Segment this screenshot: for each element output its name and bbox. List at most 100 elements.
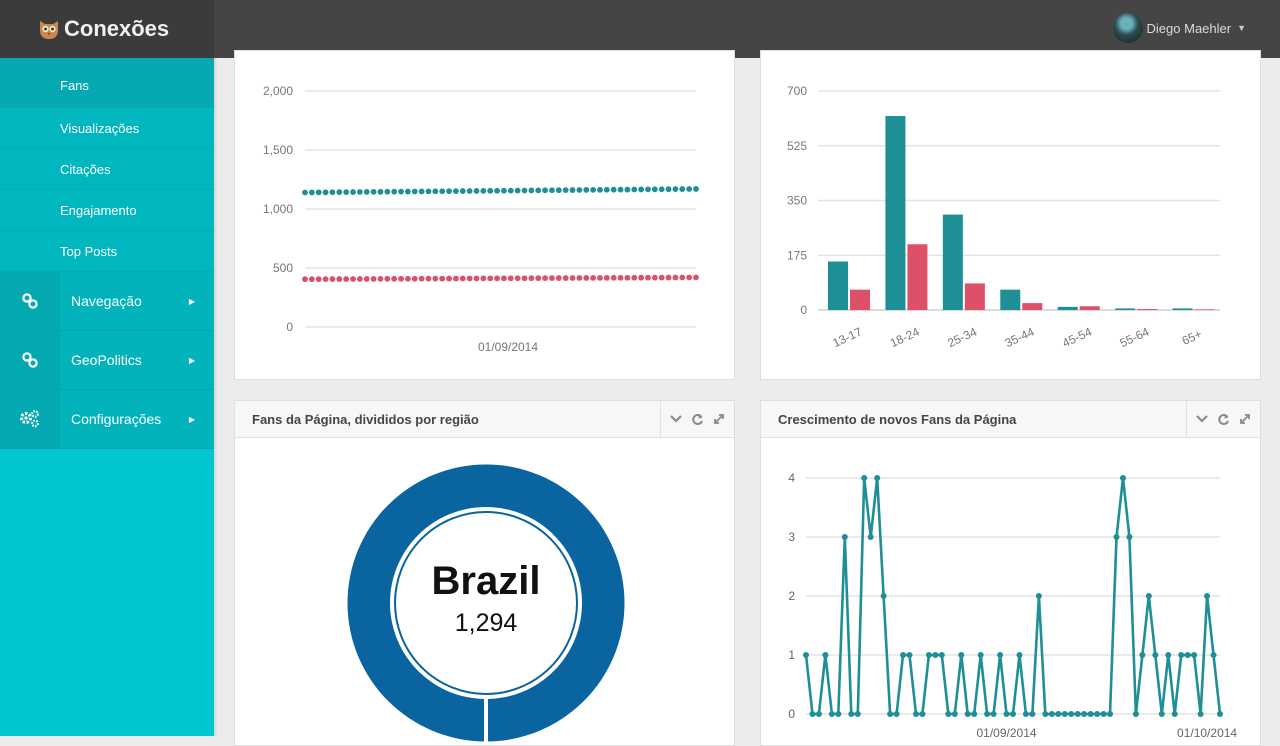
sidebar-item-label: Top Posts [60, 243, 118, 259]
data-point [514, 275, 521, 282]
data-point [1100, 711, 1107, 717]
user-name: Diego Maehler [1146, 20, 1232, 36]
data-point [1119, 475, 1126, 481]
sidebar-item-navegacao[interactable]: Navegação ▶ [0, 272, 214, 331]
data-point [343, 189, 350, 196]
data-point [542, 187, 548, 194]
data-point [1113, 534, 1120, 540]
data-point [887, 711, 894, 717]
data-point [693, 186, 699, 192]
data-point [679, 274, 686, 281]
user-menu[interactable]: Diego Maehler ▼ [1112, 13, 1246, 43]
data-point [315, 189, 322, 196]
data-point [658, 274, 665, 281]
y-tick-label: 3 [788, 530, 795, 544]
data-point [418, 275, 425, 282]
data-point [473, 188, 480, 194]
data-point [964, 711, 971, 717]
brand[interactable]: Conexões [0, 0, 214, 58]
data-point [590, 275, 597, 281]
data-point [576, 187, 583, 193]
data-point [672, 186, 679, 193]
sidebar: Fans Visualizações Citações Engajamento … [0, 58, 214, 736]
data-point [958, 652, 965, 658]
data-point [453, 188, 459, 195]
data-point [645, 186, 651, 193]
data-point [984, 711, 991, 717]
data-point [925, 652, 932, 658]
data-point [562, 187, 569, 194]
data-point [555, 187, 562, 194]
data-point [1003, 711, 1010, 717]
data-point [391, 275, 398, 282]
bar [1194, 309, 1215, 310]
data-point [1191, 652, 1198, 658]
data-point [418, 188, 425, 195]
panel-fans-region: Fans da Página, divididos por região Bra… [234, 400, 735, 746]
data-point [1139, 652, 1146, 658]
y-tick-label: 525 [787, 139, 807, 153]
app-name: Conexões [64, 16, 170, 41]
sidebar-item-engajamento[interactable]: Engajamento [0, 190, 214, 231]
data-point [1087, 711, 1094, 717]
y-tick-label: 0 [788, 707, 795, 721]
sidebar-item-label: Engajamento [60, 202, 137, 218]
data-point [329, 276, 336, 282]
data-point [1152, 652, 1159, 658]
data-point [1010, 711, 1016, 717]
data-point [329, 189, 336, 196]
data-point [1132, 711, 1139, 717]
data-point [610, 274, 617, 281]
data-point [815, 711, 822, 717]
data-point [997, 652, 1004, 658]
x-tick-label: 13-17 [830, 324, 864, 350]
data-point [432, 188, 439, 195]
data-point [302, 276, 308, 283]
data-point [686, 274, 693, 281]
fans-line-chart: 0 500 1,000 1,500 2,000 01/09/2014 [263, 84, 699, 354]
bar [1137, 309, 1158, 310]
bar [885, 116, 906, 311]
data-point [665, 186, 672, 193]
data-point [1022, 711, 1029, 717]
data-point [411, 275, 418, 282]
y-tick-label: 1 [788, 648, 795, 662]
data-point [1204, 593, 1211, 599]
data-point [446, 275, 452, 282]
data-point [590, 186, 597, 193]
data-point [1158, 711, 1165, 717]
data-point [1042, 711, 1049, 717]
data-point [391, 188, 398, 195]
data-point [350, 189, 356, 195]
data-point [528, 275, 535, 282]
sidebar-item-citacoes[interactable]: Citações [0, 149, 214, 190]
data-point [473, 275, 480, 282]
sidebar-item-configuracoes[interactable]: Configurações ▶ [0, 390, 214, 449]
data-point [971, 711, 978, 717]
growth-line-chart: 0 1 2 3 4 01/09/2014 01/10/2014 [788, 471, 1237, 740]
data-point [603, 274, 610, 281]
chevron-down-icon: ▼ [1237, 23, 1246, 33]
data-point [990, 711, 997, 717]
data-point [1055, 711, 1062, 717]
data-point [977, 652, 984, 658]
link-icon [0, 331, 60, 389]
data-point [686, 186, 693, 192]
data-point [453, 275, 459, 282]
data-point [822, 652, 829, 658]
x-tick-label: 25-34 [945, 324, 979, 350]
data-point [638, 274, 645, 281]
data-point [693, 274, 699, 281]
sidebar-item-label: GeoPolitics [71, 352, 142, 368]
bar [1172, 308, 1193, 310]
sidebar-item-geopolitics[interactable]: GeoPolitics ▶ [0, 331, 214, 390]
data-point [951, 711, 958, 717]
data-point [343, 276, 350, 282]
data-point [645, 274, 651, 281]
panel-fans-age: 0 175 350 525 700 13-17 18-24 25-34 35-44 45-54 55… [760, 50, 1261, 380]
sidebar-item-top-posts[interactable]: Top Posts [0, 231, 214, 272]
sidebar-item-fans[interactable]: Fans [0, 58, 214, 108]
data-point [370, 188, 377, 195]
sidebar-item-visualizacoes[interactable]: Visualizações [0, 108, 214, 149]
data-point [459, 188, 466, 194]
